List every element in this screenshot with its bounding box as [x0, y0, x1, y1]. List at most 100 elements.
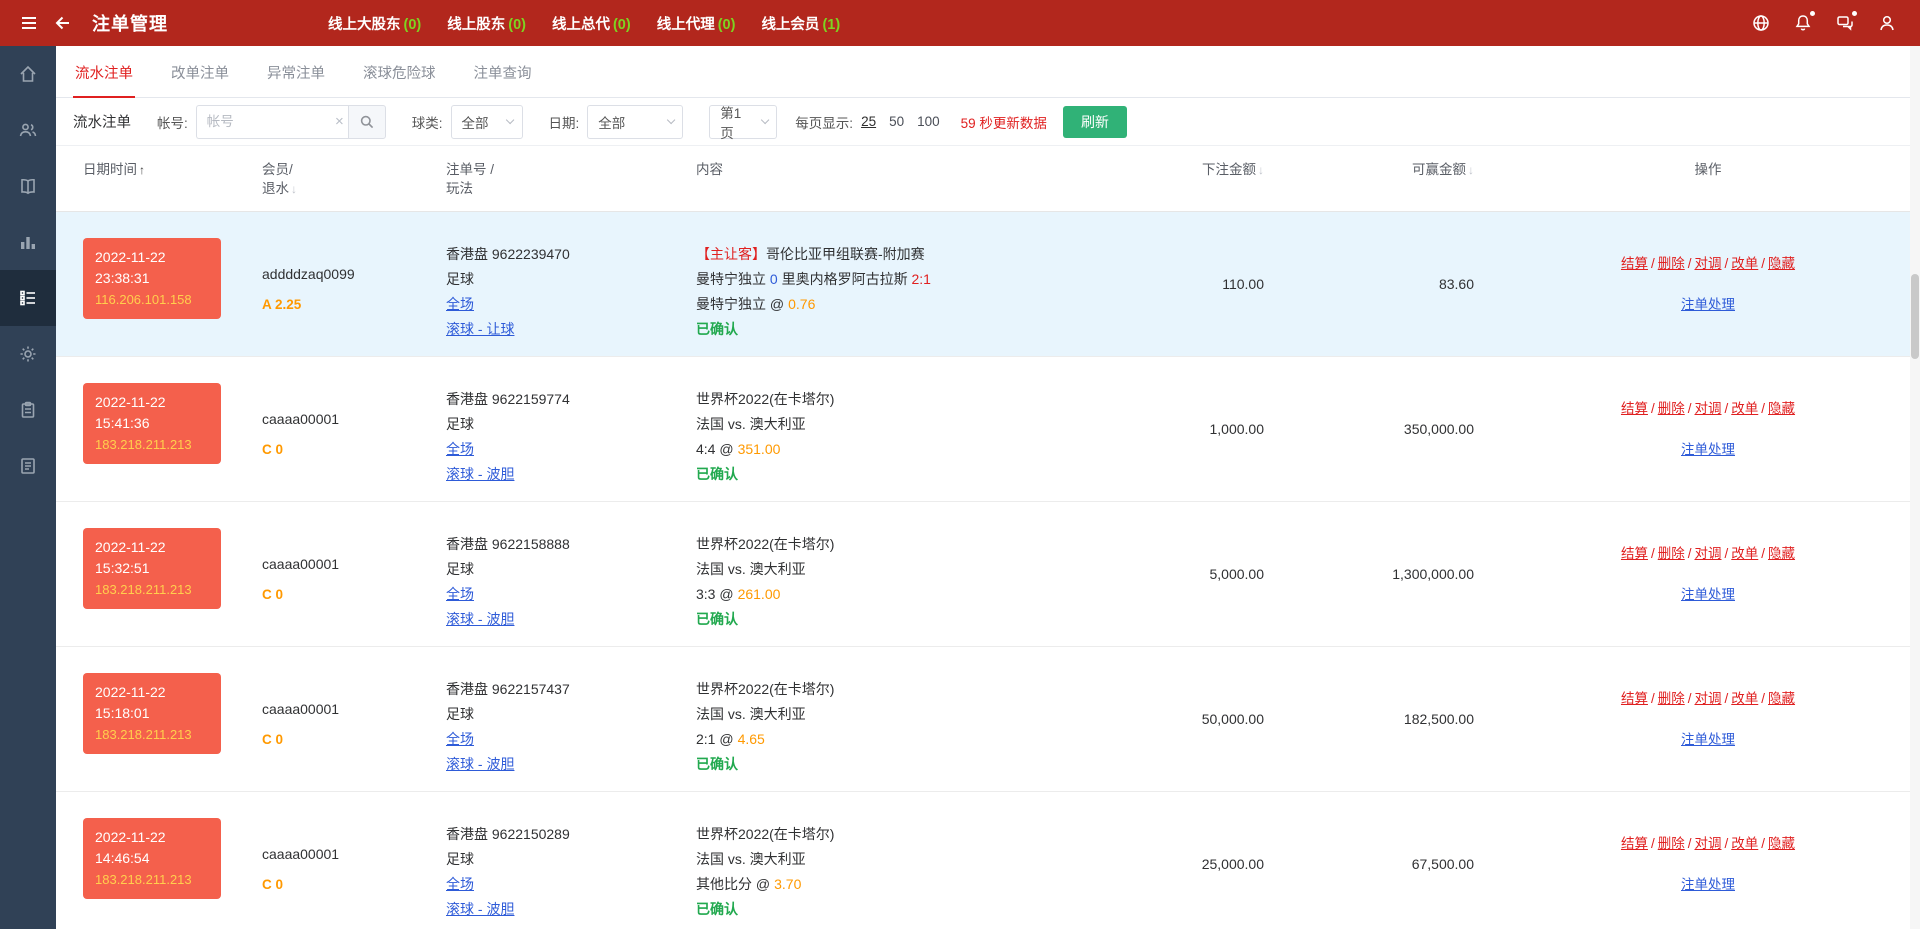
- back-button[interactable]: [46, 6, 80, 40]
- messages-button[interactable]: [1830, 6, 1860, 40]
- vertical-scrollbar[interactable]: [1910, 46, 1920, 929]
- tab-order-query[interactable]: 注单查询: [472, 62, 534, 97]
- delete-link[interactable]: 删除: [1658, 691, 1685, 706]
- account-input[interactable]: [196, 105, 348, 139]
- tab-modified-orders[interactable]: 改单注单: [169, 62, 231, 97]
- per-page-option-50[interactable]: 50: [889, 114, 904, 129]
- tab-rolling-danger-ball[interactable]: 滚球危险球: [361, 62, 438, 97]
- bet-amount-cell: 50,000.00: [1136, 647, 1286, 791]
- tab-flow-orders[interactable]: 流水注单: [73, 62, 135, 97]
- delete-link[interactable]: 删除: [1658, 401, 1685, 416]
- per-page-option-100[interactable]: 100: [917, 114, 940, 129]
- users-icon: [18, 120, 38, 140]
- top-nav-item-shareholder[interactable]: 线上股东(0): [447, 13, 526, 34]
- modify-link[interactable]: 改单: [1731, 401, 1758, 416]
- bet-amount-cell: 25,000.00: [1136, 792, 1286, 929]
- process-order-link[interactable]: 注单处理: [1681, 297, 1735, 312]
- top-nav-item-agent[interactable]: 线上代理(0): [657, 13, 736, 34]
- swap-link[interactable]: 对调: [1695, 256, 1722, 271]
- settle-link[interactable]: 结算: [1621, 256, 1648, 271]
- hamburger-menu-button[interactable]: [12, 6, 46, 40]
- play-type-link[interactable]: 滚球 - 波胆: [446, 611, 514, 627]
- hide-link[interactable]: 隐藏: [1768, 401, 1795, 416]
- modify-link[interactable]: 改单: [1731, 836, 1758, 851]
- sidebar-item-chart[interactable]: [0, 214, 56, 270]
- scope-link[interactable]: 全场: [446, 731, 474, 747]
- delete-link[interactable]: 删除: [1658, 546, 1685, 561]
- top-nav-item-general-agent[interactable]: 线上总代(0): [552, 13, 631, 34]
- scope-link[interactable]: 全场: [446, 441, 474, 457]
- member-cell: caaaa00001 C 0: [262, 357, 446, 501]
- clear-input-icon[interactable]: ×: [335, 113, 344, 131]
- sidebar-item-book[interactable]: [0, 158, 56, 214]
- process-order-link[interactable]: 注单处理: [1681, 877, 1735, 892]
- column-bet-amount[interactable]: 下注金额↓: [1136, 146, 1286, 211]
- chevron-down-icon: [667, 116, 676, 125]
- swap-link[interactable]: 对调: [1695, 546, 1722, 561]
- hide-link[interactable]: 隐藏: [1768, 836, 1795, 851]
- modify-link[interactable]: 改单: [1731, 546, 1758, 561]
- order-cell: 香港盘 9622239470 足球 全场 滚球 - 让球: [446, 212, 696, 356]
- process-order-link[interactable]: 注单处理: [1681, 442, 1735, 457]
- odds-value: 0.76: [788, 296, 815, 312]
- top-nav-item-major-shareholder[interactable]: 线上大股东(0): [328, 13, 421, 34]
- column-datetime[interactable]: 日期时间↑: [56, 146, 262, 211]
- sport-select[interactable]: 全部: [451, 105, 523, 139]
- settle-link[interactable]: 结算: [1621, 401, 1648, 416]
- notifications-bell-button[interactable]: [1788, 6, 1818, 40]
- sidebar-item-clipboard[interactable]: [0, 382, 56, 438]
- per-page-option-25[interactable]: 25: [861, 114, 876, 129]
- delete-link[interactable]: 删除: [1658, 256, 1685, 271]
- member-cell: caaaa00001 C 0: [262, 502, 446, 646]
- hide-link[interactable]: 隐藏: [1768, 546, 1795, 561]
- hide-link[interactable]: 隐藏: [1768, 256, 1795, 271]
- top-nav-item-member[interactable]: 线上会员(1): [761, 13, 840, 34]
- play-type-link[interactable]: 滚球 - 波胆: [446, 756, 514, 772]
- process-order-link[interactable]: 注单处理: [1681, 732, 1735, 747]
- bet-time: 14:46:54: [95, 848, 209, 869]
- settle-link[interactable]: 结算: [1621, 546, 1648, 561]
- process-order-link[interactable]: 注单处理: [1681, 587, 1735, 602]
- column-content: 内容: [696, 146, 1136, 211]
- scope-link[interactable]: 全场: [446, 876, 474, 892]
- member-rebate: C 0: [262, 582, 446, 607]
- bet-content-cell: 【主让客】哥伦比亚甲组联赛-附加赛 曼特宁独立 0 里奥内格罗阿古拉斯 2:1 …: [696, 212, 1136, 356]
- settle-link[interactable]: 结算: [1621, 691, 1648, 706]
- refresh-button[interactable]: 刷新: [1063, 106, 1127, 138]
- swap-link[interactable]: 对调: [1695, 836, 1722, 851]
- report-icon: [18, 456, 38, 476]
- delete-link[interactable]: 删除: [1658, 836, 1685, 851]
- tab-abnormal-orders[interactable]: 异常注单: [265, 62, 327, 97]
- globe-button[interactable]: [1746, 6, 1776, 40]
- person-icon: [1877, 13, 1897, 33]
- search-button[interactable]: [348, 105, 386, 139]
- status-confirmed: 已确认: [696, 611, 738, 627]
- bet-amount-cell: 1,000.00: [1136, 357, 1286, 501]
- scope-link[interactable]: 全场: [446, 296, 474, 312]
- scope-link[interactable]: 全场: [446, 586, 474, 602]
- column-member[interactable]: 会员/ 退水↓: [262, 146, 446, 211]
- play-type-link[interactable]: 滚球 - 让球: [446, 321, 514, 337]
- modify-link[interactable]: 改单: [1731, 691, 1758, 706]
- swap-link[interactable]: 对调: [1695, 401, 1722, 416]
- date-select[interactable]: 全部: [587, 105, 683, 139]
- sidebar-item-users[interactable]: [0, 102, 56, 158]
- sidebar-item-orders[interactable]: [0, 270, 56, 326]
- status-confirmed: 已确认: [696, 901, 738, 917]
- user-profile-button[interactable]: [1872, 6, 1902, 40]
- order-number: 香港盘 9622157437: [446, 677, 696, 702]
- swap-link[interactable]: 对调: [1695, 691, 1722, 706]
- column-win-amount[interactable]: 可赢金额↓: [1286, 146, 1496, 211]
- play-type-link[interactable]: 滚球 - 波胆: [446, 466, 514, 482]
- modify-link[interactable]: 改单: [1731, 256, 1758, 271]
- sidebar-item-settings[interactable]: [0, 326, 56, 382]
- scrollbar-thumb[interactable]: [1911, 274, 1919, 359]
- sidebar-item-report[interactable]: [0, 438, 56, 494]
- page-select[interactable]: 第1页: [709, 105, 777, 139]
- sidebar-item-home[interactable]: [0, 46, 56, 102]
- bet-date: 2022-11-22: [95, 247, 209, 268]
- message-badge: [1852, 11, 1857, 16]
- hide-link[interactable]: 隐藏: [1768, 691, 1795, 706]
- settle-link[interactable]: 结算: [1621, 836, 1648, 851]
- play-type-link[interactable]: 滚球 - 波胆: [446, 901, 514, 917]
